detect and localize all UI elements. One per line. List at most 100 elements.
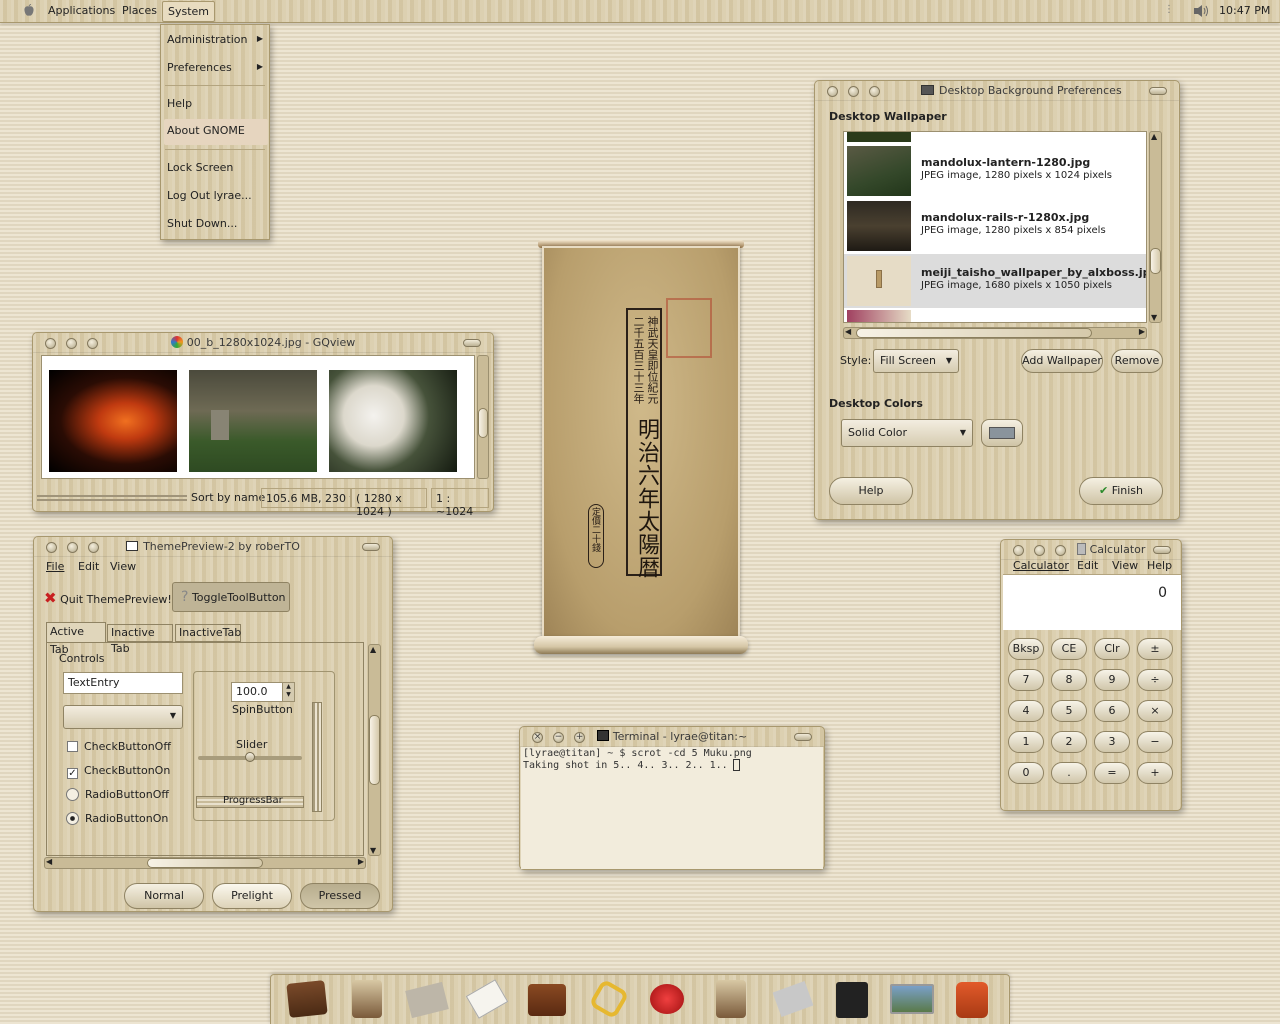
scrollbar-thumb[interactable] xyxy=(478,408,488,438)
paper-icon[interactable] xyxy=(770,976,816,1020)
menu-item-administration[interactable]: Administration ▶ xyxy=(161,31,269,53)
calc-key-clr[interactable]: Clr xyxy=(1094,638,1130,660)
scroll-down-arrow-icon[interactable]: ▼ xyxy=(1151,313,1157,322)
menu-item-preferences[interactable]: Preferences ▶ xyxy=(161,59,269,81)
help-button[interactable]: Help xyxy=(829,477,913,505)
scroll-up-arrow-icon[interactable]: ▲ xyxy=(1151,132,1157,141)
scrollbar-thumb[interactable] xyxy=(369,715,380,785)
calc-key-equals[interactable]: = xyxy=(1094,762,1130,784)
calc-key-plus[interactable]: + xyxy=(1137,762,1173,784)
scrollbar-thumb[interactable] xyxy=(856,328,1092,338)
clips-icon[interactable] xyxy=(586,976,632,1020)
terminal-body[interactable]: [lyrae@titan] ~ $ scrot -cd 5 Muku.png T… xyxy=(521,747,823,869)
prelight-button[interactable]: Prelight xyxy=(212,883,292,909)
close-button[interactable] xyxy=(46,542,57,553)
telephone-2-icon[interactable] xyxy=(708,976,754,1020)
wallpaper-vertical-scrollbar[interactable]: ▲ ▼ xyxy=(1149,131,1162,323)
minimize-button[interactable] xyxy=(1034,545,1045,556)
calc-key-bksp[interactable]: Bksp xyxy=(1008,638,1044,660)
calc-key-plusminus[interactable]: ± xyxy=(1137,638,1173,660)
applications-menu[interactable]: Applications xyxy=(48,4,115,17)
card-icon[interactable] xyxy=(464,976,510,1020)
pressed-button[interactable]: Pressed xyxy=(300,883,380,909)
check-button-off[interactable]: CheckButtonOff xyxy=(67,740,171,753)
maximize-button[interactable] xyxy=(869,86,880,97)
calc-menu-calculator[interactable]: Calculator xyxy=(1013,559,1069,572)
toggle-tool-button[interactable]: ? ToggleToolButton xyxy=(172,582,290,612)
color-mode-dropdown[interactable]: Solid Color ▼ xyxy=(841,419,973,447)
calc-key-2[interactable]: 2 xyxy=(1051,731,1087,753)
minimize-button[interactable] xyxy=(66,338,77,349)
shade-button[interactable] xyxy=(463,339,481,347)
thumbnail-lantern[interactable] xyxy=(189,370,317,472)
add-wallpaper-button[interactable]: Add Wallpaper xyxy=(1021,349,1103,373)
menu-item-shut-down[interactable]: Shut Down... xyxy=(161,215,269,237)
calc-key-6[interactable]: 6 xyxy=(1094,700,1130,722)
tab-active[interactable]: Active Tab xyxy=(46,622,106,656)
apple-menu-icon[interactable] xyxy=(22,4,36,18)
clock[interactable]: 10:47 PM xyxy=(1219,4,1270,17)
spin-arrows-icon[interactable]: ▲ ▼ xyxy=(282,683,294,701)
calc-key-4[interactable]: 4 xyxy=(1008,700,1044,722)
calc-key-3[interactable]: 3 xyxy=(1094,731,1130,753)
minimize-button[interactable]: − xyxy=(553,732,564,743)
calc-key-decimal[interactable]: . xyxy=(1051,762,1087,784)
menu-item-lock-screen[interactable]: Lock Screen xyxy=(161,159,269,181)
close-button[interactable]: × xyxy=(532,732,543,743)
calculator-titlebar[interactable]: Calculator xyxy=(1001,540,1181,560)
scroll-left-arrow-icon[interactable]: ◀ xyxy=(845,327,851,336)
documents-icon[interactable] xyxy=(404,976,450,1020)
calc-menu-edit[interactable]: Edit xyxy=(1077,559,1098,572)
calc-menu-help[interactable]: Help xyxy=(1147,559,1172,572)
menu-file[interactable]: File xyxy=(46,560,64,573)
maximize-button[interactable] xyxy=(1055,545,1066,556)
maximize-button[interactable] xyxy=(88,542,99,553)
thumbnail-area[interactable] xyxy=(41,355,475,479)
calc-key-minus[interactable]: − xyxy=(1137,731,1173,753)
volume-icon[interactable] xyxy=(1192,3,1212,19)
calc-key-0[interactable]: 0 xyxy=(1008,762,1044,784)
calc-key-multiply[interactable]: × xyxy=(1137,700,1173,722)
minimize-button[interactable] xyxy=(67,542,78,553)
theme-horizontal-scrollbar[interactable]: ◀ ▶ xyxy=(44,857,366,869)
color-swatch-button[interactable] xyxy=(981,419,1023,447)
remove-button[interactable]: Remove xyxy=(1111,349,1163,373)
maximize-button[interactable] xyxy=(87,338,98,349)
scroll-up-arrow-icon[interactable]: ▲ xyxy=(370,645,376,654)
finish-button[interactable]: ✔ Finish xyxy=(1079,477,1163,505)
places-menu[interactable]: Places xyxy=(122,4,157,17)
gramophone-icon[interactable] xyxy=(524,976,570,1020)
calc-key-5[interactable]: 5 xyxy=(1051,700,1087,722)
radio-button-off[interactable]: RadioButtonOff xyxy=(66,788,169,801)
telephone-icon[interactable] xyxy=(344,976,390,1020)
quit-toolbar-button[interactable]: ✖ Quit ThemePreview! xyxy=(44,587,172,609)
thumbnail-flower[interactable] xyxy=(49,370,177,472)
maximize-button[interactable]: + xyxy=(574,732,585,743)
calc-key-9[interactable]: 9 xyxy=(1094,669,1130,691)
camera-icon[interactable] xyxy=(828,976,874,1020)
shade-button[interactable] xyxy=(362,543,380,551)
tab-inactive-2[interactable]: InactiveTab xyxy=(175,624,241,642)
text-entry[interactable]: TextEntry xyxy=(63,672,183,694)
slider-knob[interactable] xyxy=(245,752,255,762)
theme-vertical-scrollbar[interactable]: ▲ ▼ xyxy=(368,644,381,856)
calc-key-divide[interactable]: ÷ xyxy=(1137,669,1173,691)
radio-icon[interactable] xyxy=(284,976,330,1020)
wallpaper-list[interactable]: mandolux-lantern-1280.jpg JPEG image, 12… xyxy=(843,131,1147,323)
calc-menu-view[interactable]: View xyxy=(1112,559,1138,572)
theme-preview-titlebar[interactable]: ThemePreview-2 by roberTO xyxy=(34,537,392,557)
calc-key-ce[interactable]: CE xyxy=(1051,638,1087,660)
thumbnail-magnolia[interactable] xyxy=(329,370,457,472)
tab-inactive-1[interactable]: Inactive Tab xyxy=(107,624,173,655)
shade-button[interactable] xyxy=(794,733,812,741)
spin-button[interactable]: 100.0 ▲ ▼ xyxy=(231,682,295,702)
calc-key-7[interactable]: 7 xyxy=(1008,669,1044,691)
scroll-right-arrow-icon[interactable]: ▶ xyxy=(358,857,364,866)
scrollbar-thumb[interactable] xyxy=(1150,248,1161,274)
shade-button[interactable] xyxy=(1149,87,1167,95)
close-button[interactable] xyxy=(827,86,838,97)
check-button-on[interactable]: ✓ CheckButtonOn xyxy=(67,764,170,779)
terminal-titlebar[interactable]: × − + Terminal - lyrae@titan:~ xyxy=(520,727,824,747)
menu-item-help[interactable]: Help xyxy=(161,95,269,117)
bugle-icon[interactable] xyxy=(644,976,690,1020)
